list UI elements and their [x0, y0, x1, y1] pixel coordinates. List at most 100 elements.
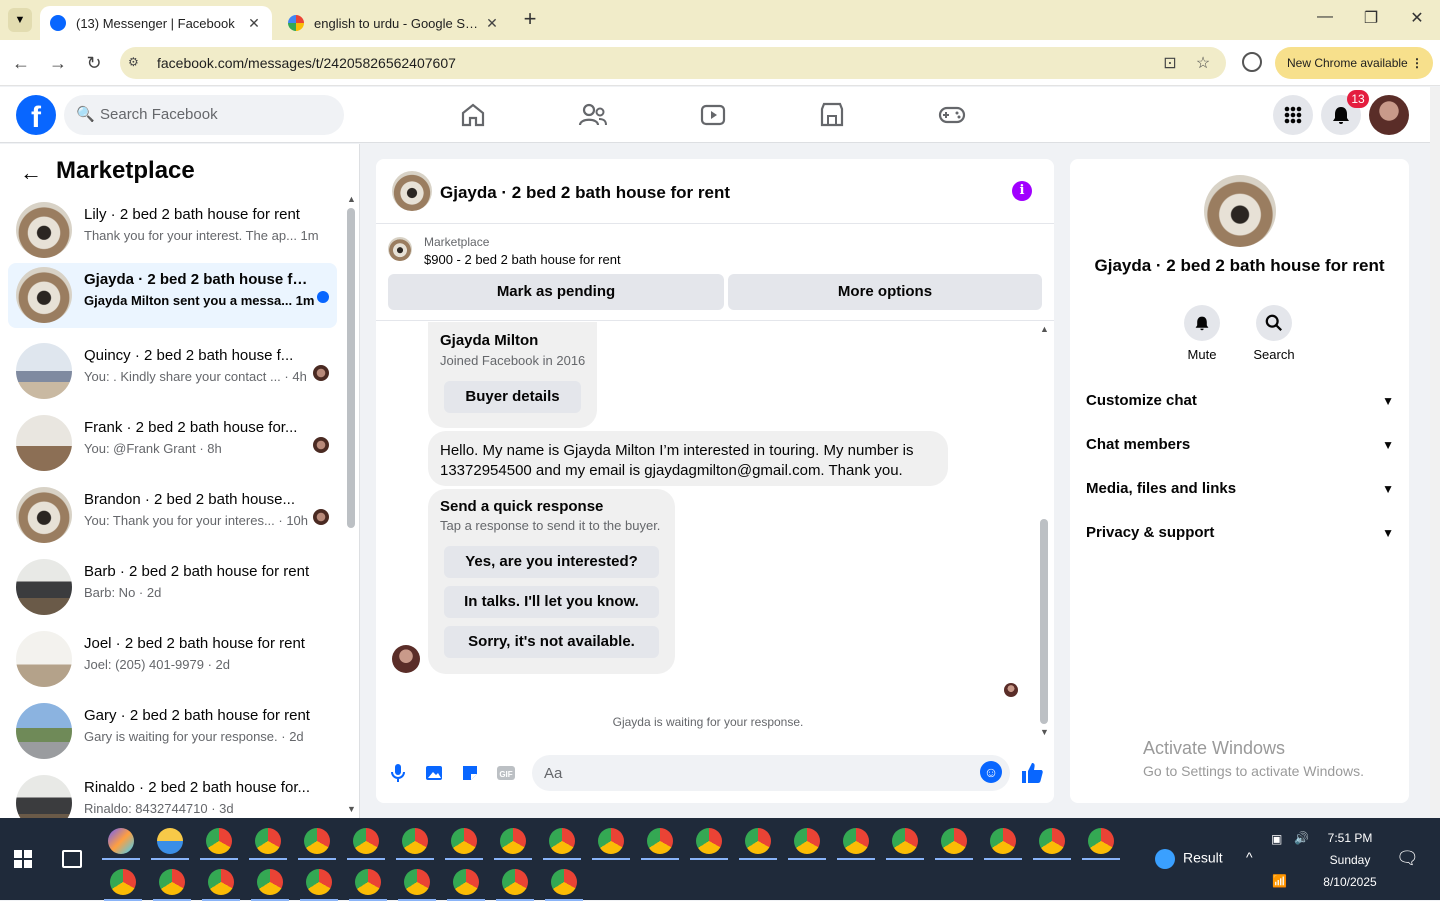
- chrome-taskbar-icon[interactable]: [402, 828, 428, 854]
- quick-response-option[interactable]: Sorry, it's not available.: [444, 626, 659, 658]
- meet-now-icon[interactable]: ▣: [1271, 832, 1282, 846]
- chrome-taskbar-icon[interactable]: [306, 869, 332, 895]
- install-app-icon[interactable]: ⊡: [1160, 53, 1180, 73]
- chrome-taskbar-icon[interactable]: [549, 828, 575, 854]
- chrome-taskbar-icon[interactable]: [206, 828, 232, 854]
- scrollbar-thumb[interactable]: [347, 208, 355, 528]
- photo-icon[interactable]: [423, 763, 445, 785]
- video-icon[interactable]: [697, 99, 729, 131]
- chat-scroll-down-icon[interactable]: ▼: [1040, 727, 1049, 737]
- chrome-taskbar-icon[interactable]: [404, 869, 430, 895]
- chrome-taskbar-icon[interactable]: [598, 828, 624, 854]
- show-hidden-icons-icon[interactable]: ^: [1246, 849, 1253, 865]
- chrome-taskbar-icon[interactable]: [208, 869, 234, 895]
- chrome-taskbar-icon[interactable]: [1088, 828, 1114, 854]
- emoji-icon[interactable]: ☺: [980, 761, 1002, 783]
- media-files-links-section[interactable]: Media, files and links ▼: [1086, 469, 1394, 509]
- conversation-item[interactable]: Frank · 2 bed 2 bath house for... You: @…: [8, 411, 337, 475]
- scroll-up-icon[interactable]: ▲: [347, 194, 356, 204]
- new-chrome-button[interactable]: New Chrome available ⋮: [1275, 47, 1433, 79]
- chat-info-avatar[interactable]: [1204, 175, 1276, 247]
- chat-scroll-up-icon[interactable]: ▲: [1040, 324, 1049, 334]
- chrome-menu-icon[interactable]: ⋮: [1411, 47, 1423, 79]
- microphone-icon[interactable]: [387, 763, 409, 785]
- chrome-taskbar-icon[interactable]: [257, 869, 283, 895]
- maximize-icon[interactable]: ❐: [1348, 8, 1394, 32]
- chrome-taskbar-icon[interactable]: [500, 828, 526, 854]
- chrome-taskbar-icon[interactable]: [745, 828, 771, 854]
- quick-response-option[interactable]: Yes, are you interested?: [444, 546, 659, 578]
- chrome-taskbar-icon[interactable]: [353, 828, 379, 854]
- clock-day[interactable]: Sunday: [1318, 853, 1382, 867]
- quick-response-option[interactable]: In talks. I'll let you know.: [444, 586, 659, 618]
- chrome-taskbar-icon[interactable]: [110, 869, 136, 895]
- mute-button[interactable]: Mute: [1166, 305, 1238, 362]
- volume-icon[interactable]: 🔊: [1294, 831, 1309, 845]
- chat-title[interactable]: Gjayda · 2 bed 2 bath house for rent: [440, 183, 730, 203]
- privacy-support-section[interactable]: Privacy & support ▼: [1086, 513, 1394, 553]
- friends-icon[interactable]: [577, 99, 609, 131]
- task-view-icon[interactable]: [62, 850, 82, 868]
- sticker-icon[interactable]: [459, 763, 481, 785]
- reload-icon[interactable]: ↻: [83, 52, 105, 74]
- tab-messenger[interactable]: (13) Messenger | Facebook ✕: [40, 6, 272, 40]
- menu-grid-icon[interactable]: [1273, 95, 1313, 135]
- chrome-taskbar-icon[interactable]: [255, 828, 281, 854]
- marketplace-icon[interactable]: [816, 99, 848, 131]
- chrome-taskbar-icon[interactable]: [551, 869, 577, 895]
- conversation-item[interactable]: Barb · 2 bed 2 bath house for rent Barb:…: [8, 555, 337, 619]
- chrome-taskbar-icon[interactable]: [355, 869, 381, 895]
- search-input[interactable]: 🔍 Search Facebook: [64, 95, 344, 135]
- chrome-taskbar-icon[interactable]: [892, 828, 918, 854]
- chrome-taskbar-icon[interactable]: [108, 828, 134, 854]
- chat-scrollbar-thumb[interactable]: [1040, 519, 1048, 724]
- back-icon[interactable]: ←: [10, 52, 32, 74]
- tab-google-search[interactable]: english to urdu - Google Search ✕: [278, 6, 510, 40]
- gaming-icon[interactable]: [936, 99, 968, 131]
- conversation-item[interactable]: Rinaldo · 2 bed 2 bath house for... Rina…: [8, 771, 337, 818]
- chrome-taskbar-icon[interactable]: [453, 869, 479, 895]
- conversation-item[interactable]: Quincy · 2 bed 2 bath house f... You: . …: [8, 339, 337, 403]
- result-widget[interactable]: Result: [1155, 849, 1223, 869]
- chat-members-section[interactable]: Chat members ▼: [1086, 425, 1394, 465]
- conversation-item[interactable]: Brandon · 2 bed 2 bath house... You: Tha…: [8, 483, 337, 547]
- chrome-taskbar-icon[interactable]: [1039, 828, 1065, 854]
- thumbs-up-icon[interactable]: [1020, 761, 1044, 791]
- gif-icon[interactable]: GIF: [495, 763, 517, 785]
- chrome-taskbar-icon[interactable]: [647, 828, 673, 854]
- clock-time[interactable]: 7:51 PM: [1318, 831, 1382, 845]
- conversation-item-active[interactable]: Gjayda · 2 bed 2 bath house fo... Gjayda…: [8, 263, 337, 328]
- site-info-icon[interactable]: ⚙: [128, 55, 144, 71]
- page-scrollbar[interactable]: [1430, 87, 1440, 818]
- forward-icon[interactable]: →: [47, 52, 69, 74]
- chrome-taskbar-icon[interactable]: [451, 828, 477, 854]
- conversation-item[interactable]: Joel · 2 bed 2 bath house for rent Joel:…: [8, 627, 337, 691]
- chrome-taskbar-icon[interactable]: [990, 828, 1016, 854]
- chrome-taskbar-icon[interactable]: [794, 828, 820, 854]
- conversation-item[interactable]: Lily · 2 bed 2 bath house for rent Thank…: [8, 198, 337, 262]
- chrome-taskbar-icon[interactable]: [157, 828, 183, 854]
- profile-icon[interactable]: [1242, 52, 1262, 72]
- search-chat-button[interactable]: Search: [1238, 305, 1310, 362]
- listing-price[interactable]: $900 - 2 bed 2 bath house for rent: [424, 252, 621, 267]
- chrome-taskbar-icon[interactable]: [843, 828, 869, 854]
- url-text[interactable]: facebook.com/messages/t/2420582656240760…: [157, 55, 456, 71]
- scroll-down-icon[interactable]: ▼: [347, 804, 356, 814]
- notification-center-icon[interactable]: 🗨: [1396, 848, 1419, 869]
- bookmark-star-icon[interactable]: ☆: [1193, 53, 1213, 73]
- buyer-details-button[interactable]: Buyer details: [444, 381, 581, 413]
- chrome-taskbar-icon[interactable]: [941, 828, 967, 854]
- tab-search-button[interactable]: ▼: [8, 8, 32, 32]
- message-input[interactable]: Aa ☺: [532, 755, 1010, 791]
- chrome-taskbar-icon[interactable]: [696, 828, 722, 854]
- home-icon[interactable]: [457, 99, 489, 131]
- account-avatar[interactable]: [1369, 95, 1409, 135]
- network-icon[interactable]: 📶: [1272, 874, 1287, 888]
- chrome-taskbar-icon[interactable]: [304, 828, 330, 854]
- address-bar[interactable]: ⚙ facebook.com/messages/t/24205826562407…: [120, 47, 1226, 79]
- minimize-icon[interactable]: —: [1302, 8, 1348, 32]
- customize-chat-section[interactable]: Customize chat ▼: [1086, 381, 1394, 421]
- clock-date[interactable]: 8/10/2025: [1318, 875, 1382, 889]
- close-tab-icon[interactable]: ✕: [484, 15, 500, 32]
- close-window-icon[interactable]: ✕: [1394, 8, 1440, 32]
